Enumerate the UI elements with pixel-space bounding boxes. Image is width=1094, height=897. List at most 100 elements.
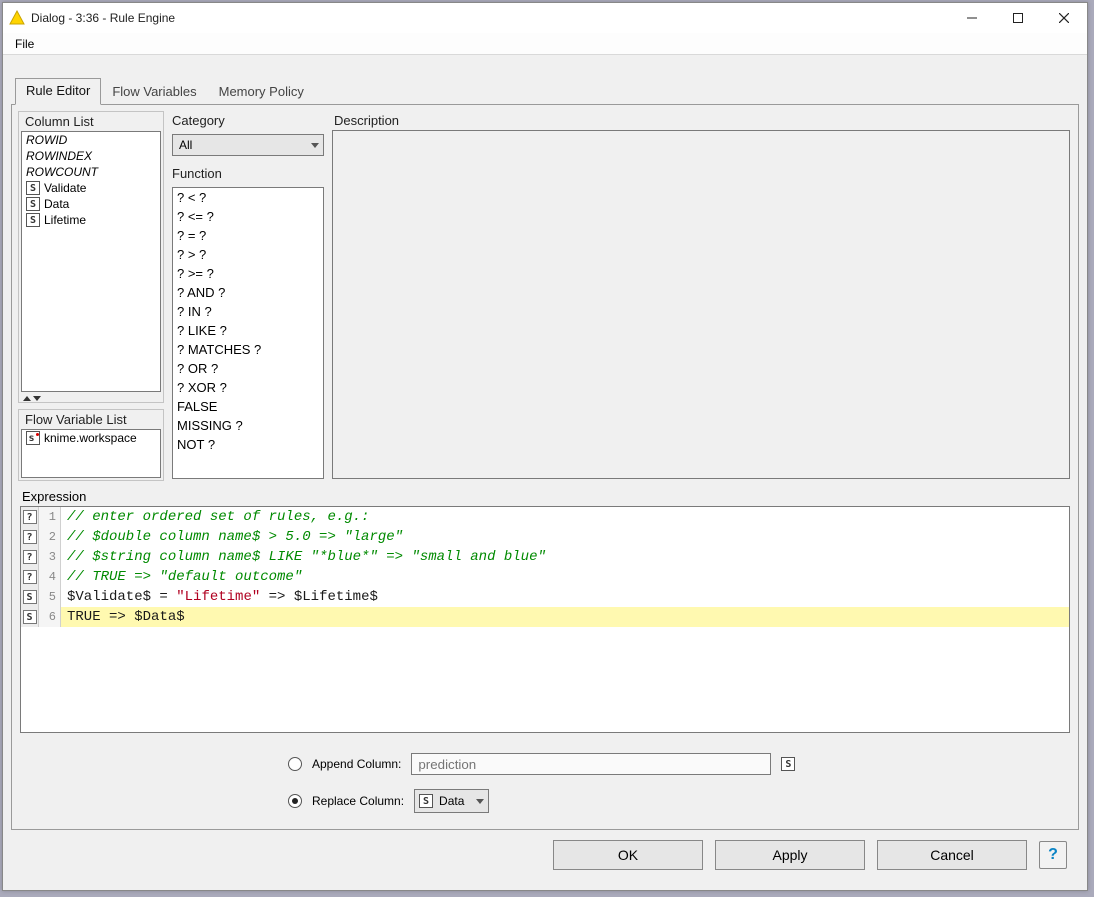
category-select[interactable]: All — [172, 134, 324, 156]
column-list-item-label: ROWINDEX — [26, 149, 92, 163]
column-list-item-label: ROWID — [26, 133, 67, 147]
column-list-item-label: Data — [44, 197, 69, 211]
code-text[interactable]: // $string column name$ LIKE "*blue*" =>… — [61, 547, 1069, 567]
titlebar: Dialog - 3:36 - Rule Engine — [3, 3, 1087, 33]
code-text[interactable]: // TRUE => "default outcome" — [61, 567, 1069, 587]
column-list-item-label: ROWCOUNT — [26, 165, 98, 179]
function-list-item[interactable]: ? XOR ? — [173, 378, 323, 397]
menu-file[interactable]: File — [9, 35, 40, 53]
function-list-item[interactable]: ? OR ? — [173, 359, 323, 378]
chevron-down-icon — [311, 143, 319, 148]
code-text[interactable]: // $double column name$ > 5.0 => "large" — [61, 527, 1069, 547]
function-title: Function — [170, 164, 326, 183]
window: Dialog - 3:36 - Rule Engine File Rule Ed… — [2, 2, 1088, 891]
append-column-radio[interactable] — [288, 757, 302, 771]
column-list-title: Column List — [19, 112, 163, 131]
string-type-icon: S — [26, 197, 40, 211]
append-column-label: Append Column: — [312, 757, 401, 771]
function-list-item[interactable]: ? > ? — [173, 245, 323, 264]
flow-variable-label: knime.workspace — [44, 431, 137, 445]
flow-variable-icon: s — [26, 431, 40, 445]
column-list-item[interactable]: ROWID — [22, 132, 160, 148]
function-list-item[interactable]: ? = ? — [173, 226, 323, 245]
string-type-icon: S — [26, 213, 40, 227]
function-list-item[interactable]: ? LIKE ? — [173, 321, 323, 340]
client-area: Rule Editor Flow Variables Memory Policy… — [3, 55, 1087, 890]
string-result-icon: S — [23, 610, 37, 624]
maximize-button[interactable] — [995, 3, 1041, 33]
menubar: File — [3, 33, 1087, 55]
string-type-icon: S — [26, 181, 40, 195]
flow-variable-item[interactable]: s knime.workspace — [22, 430, 160, 446]
string-type-icon: S — [781, 757, 795, 771]
replace-column-select[interactable]: S Data — [414, 789, 489, 813]
category-title: Category — [170, 111, 326, 130]
app-icon — [9, 10, 25, 26]
expression-title: Expression — [18, 487, 1072, 506]
expression-editor[interactable]: ?1// enter ordered set of rules, e.g.:?2… — [20, 506, 1070, 733]
code-line[interactable]: S5$Validate$ = "Lifetime" => $Lifetime$ — [21, 587, 1069, 607]
code-line[interactable]: ?3// $string column name$ LIKE "*blue*" … — [21, 547, 1069, 567]
output-options: Append Column: S Replace Column: S Data — [18, 735, 1072, 823]
ok-button[interactable]: OK — [553, 840, 703, 870]
replace-column-label: Replace Column: — [312, 794, 404, 808]
column-list-item-label: Validate — [44, 181, 86, 195]
unknown-rule-icon: ? — [23, 570, 37, 584]
function-list-item[interactable]: FALSE — [173, 397, 323, 416]
function-list-item[interactable]: ? AND ? — [173, 283, 323, 302]
code-line[interactable]: ?2// $double column name$ > 5.0 => "larg… — [21, 527, 1069, 547]
function-list-item[interactable]: NOT ? — [173, 435, 323, 454]
function-list-item[interactable]: ? >= ? — [173, 264, 323, 283]
flow-variable-list[interactable]: s knime.workspace — [21, 429, 161, 478]
description-area[interactable] — [332, 130, 1070, 479]
code-line[interactable]: ?1// enter ordered set of rules, e.g.: — [21, 507, 1069, 527]
flow-var-list-title: Flow Variable List — [19, 410, 163, 429]
replace-column-radio[interactable] — [288, 794, 302, 808]
code-text[interactable]: // enter ordered set of rules, e.g.: — [61, 507, 1069, 527]
unknown-rule-icon: ? — [23, 530, 37, 544]
column-list-item[interactable]: ROWINDEX — [22, 148, 160, 164]
append-column-input[interactable] — [411, 753, 771, 775]
apply-button[interactable]: Apply — [715, 840, 865, 870]
category-selected: All — [179, 138, 192, 152]
tab-body: Column List ROWID ROWINDEX ROWCOUNT S Valida… — [11, 104, 1079, 830]
help-button[interactable]: ? — [1039, 841, 1067, 869]
close-button[interactable] — [1041, 3, 1087, 33]
tab-flow-variables[interactable]: Flow Variables — [101, 79, 207, 105]
line-number: 4 — [39, 567, 61, 587]
minimize-button[interactable] — [949, 3, 995, 33]
function-list-item[interactable]: ? < ? — [173, 188, 323, 207]
cancel-button[interactable]: Cancel — [877, 840, 1027, 870]
function-list-item[interactable]: ? IN ? — [173, 302, 323, 321]
string-type-icon: S — [419, 794, 433, 808]
tab-memory-policy[interactable]: Memory Policy — [208, 79, 315, 105]
line-number: 1 — [39, 507, 61, 527]
code-line[interactable]: ?4// TRUE => "default outcome" — [21, 567, 1069, 587]
function-list-item[interactable]: ? MATCHES ? — [173, 340, 323, 359]
code-text[interactable]: TRUE => $Data$ — [61, 607, 1069, 627]
window-title: Dialog - 3:36 - Rule Engine — [31, 11, 175, 25]
string-result-icon: S — [23, 590, 37, 604]
function-list[interactable]: ? < ?? <= ?? = ?? > ?? >= ?? AND ?? IN ?… — [172, 187, 324, 479]
description-title: Description — [332, 111, 1072, 130]
column-list-item[interactable]: ROWCOUNT — [22, 164, 160, 180]
line-number: 3 — [39, 547, 61, 567]
line-number: 6 — [39, 607, 61, 627]
splitter-handle[interactable] — [19, 394, 163, 402]
column-list[interactable]: ROWID ROWINDEX ROWCOUNT S Validate S DataSLife… — [21, 131, 161, 392]
function-list-item[interactable]: MISSING ? — [173, 416, 323, 435]
dialog-footer: OK Apply Cancel ? — [11, 830, 1079, 882]
unknown-rule-icon: ? — [23, 550, 37, 564]
code-text[interactable]: $Validate$ = "Lifetime" => $Lifetime$ — [61, 587, 1069, 607]
tabs-strip: Rule Editor Flow Variables Memory Policy — [11, 77, 1079, 104]
column-list-item[interactable]: S Validate — [22, 180, 160, 196]
column-list-item[interactable]: SLifetime — [22, 212, 160, 228]
function-list-item[interactable]: ? <= ? — [173, 207, 323, 226]
code-line[interactable]: S6TRUE => $Data$ — [21, 607, 1069, 627]
unknown-rule-icon: ? — [23, 510, 37, 524]
column-list-item[interactable]: S Data — [22, 196, 160, 212]
line-number: 2 — [39, 527, 61, 547]
tab-rule-editor[interactable]: Rule Editor — [15, 78, 101, 105]
chevron-down-icon — [476, 799, 484, 804]
line-number: 5 — [39, 587, 61, 607]
